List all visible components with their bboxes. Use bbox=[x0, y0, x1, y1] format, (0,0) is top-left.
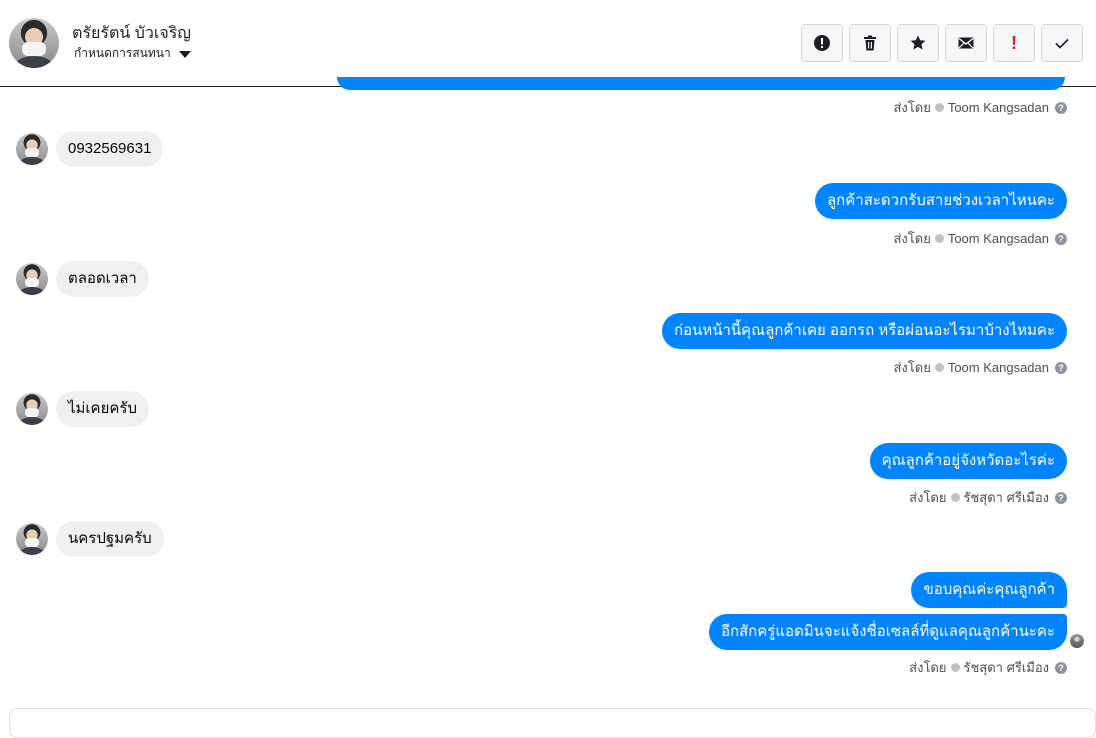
read-receipt-avatar bbox=[1070, 634, 1084, 648]
caret-down-icon bbox=[178, 50, 191, 58]
sender-name: รัชสุดา ศรีเมือง bbox=[963, 490, 1050, 505]
trash-icon bbox=[864, 35, 876, 51]
outgoing-message-bubble[interactable]: อีกสักครู่แอดมินจะแจ้งชื่อเซลล์ที่ดูแลคุ… bbox=[708, 614, 1067, 650]
contact-avatar-small bbox=[16, 263, 48, 295]
outgoing-message-bubble[interactable]: ลูกค้าสะดวกรับสายช่วงเวลาไหนคะ bbox=[814, 183, 1067, 219]
star-icon bbox=[910, 35, 926, 50]
incoming-message-bubble[interactable]: นครปฐมครับ bbox=[56, 521, 164, 557]
report-spam-button[interactable] bbox=[801, 24, 843, 62]
outgoing-message-bubble[interactable]: คุณลูกค้าอยู่จังหวัดอะไรค่ะ bbox=[869, 443, 1067, 479]
sent-by-label: ส่งโดย Toom Kangsadan ? bbox=[893, 228, 1067, 249]
sent-by-label: ส่งโดย Toom Kangsadan ? bbox=[893, 357, 1067, 378]
help-icon[interactable]: ? bbox=[1055, 361, 1067, 374]
contact-name[interactable]: ตรัยรัตน์ บัวเจริญ bbox=[72, 21, 191, 46]
envelope-icon bbox=[958, 37, 974, 49]
incoming-message-row: 0932569631 bbox=[16, 131, 164, 167]
sender-name: Toom Kangsadan bbox=[947, 360, 1049, 375]
conversation-header: ตรัยรัตน์ บัวเจริญ กำหนดการสนทนา ! bbox=[0, 0, 1096, 87]
sent-by-label: ส่งโดย รัชสุดา ศรีเมือง ? bbox=[909, 487, 1067, 508]
incoming-message-row: ไม่เคยครับ bbox=[16, 391, 149, 427]
incoming-message-row: ตลอดเวลา bbox=[16, 261, 149, 297]
sent-by-label: ส่งโดย รัชสุดา ศรีเมือง ? bbox=[909, 657, 1067, 678]
incoming-message-bubble[interactable]: ตลอดเวลา bbox=[56, 261, 149, 297]
contact-avatar-small bbox=[16, 393, 48, 425]
contact-avatar-small bbox=[16, 133, 48, 165]
exclamation-icon: ! bbox=[1011, 32, 1017, 53]
conversation-toolbar: ! bbox=[801, 24, 1083, 62]
conversation-label-text: กำหนดการสนทนา bbox=[74, 46, 171, 60]
seen-check-icon bbox=[934, 103, 944, 112]
sender-name: รัชสุดา ศรีเมือง bbox=[963, 660, 1050, 675]
incoming-message-row: นครปฐมครับ bbox=[16, 521, 164, 557]
sent-by-label: ส่งโดย Toom Kangsadan ? bbox=[893, 97, 1067, 118]
mark-done-button[interactable] bbox=[1041, 24, 1083, 62]
seen-check-icon bbox=[950, 493, 960, 502]
incoming-message-bubble[interactable]: 0932569631 bbox=[56, 131, 164, 167]
contact-avatar[interactable] bbox=[9, 18, 59, 68]
outgoing-message-bubble-partial bbox=[337, 77, 1065, 90]
seen-check-icon bbox=[934, 234, 944, 243]
incoming-message-bubble[interactable]: ไม่เคยครับ bbox=[56, 391, 149, 427]
help-icon[interactable]: ? bbox=[1055, 491, 1067, 504]
star-button[interactable] bbox=[897, 24, 939, 62]
exclamation-circle-icon bbox=[814, 35, 830, 51]
help-icon[interactable]: ? bbox=[1055, 101, 1067, 114]
seen-check-icon bbox=[934, 363, 944, 372]
sender-name: Toom Kangsadan bbox=[947, 100, 1049, 115]
help-icon[interactable]: ? bbox=[1055, 661, 1067, 674]
delete-button[interactable] bbox=[849, 24, 891, 62]
mark-unread-button[interactable] bbox=[945, 24, 987, 62]
seen-check-icon bbox=[950, 663, 960, 672]
contact-avatar-small bbox=[16, 523, 48, 555]
outgoing-message-bubble[interactable]: ขอบคุณค่ะคุณลูกค้า bbox=[911, 572, 1067, 608]
message-composer[interactable] bbox=[9, 708, 1096, 738]
conversation-label-dropdown[interactable]: กำหนดการสนทนา bbox=[74, 44, 191, 63]
follow-up-button[interactable]: ! bbox=[993, 24, 1035, 62]
check-icon bbox=[1055, 38, 1069, 49]
outgoing-message-bubble[interactable]: ก่อนหน้านี้คุณลูกค้าเคย ออกรถ หรือผ่อนอะ… bbox=[661, 313, 1067, 349]
help-icon[interactable]: ? bbox=[1055, 232, 1067, 245]
sender-name: Toom Kangsadan bbox=[947, 231, 1049, 246]
